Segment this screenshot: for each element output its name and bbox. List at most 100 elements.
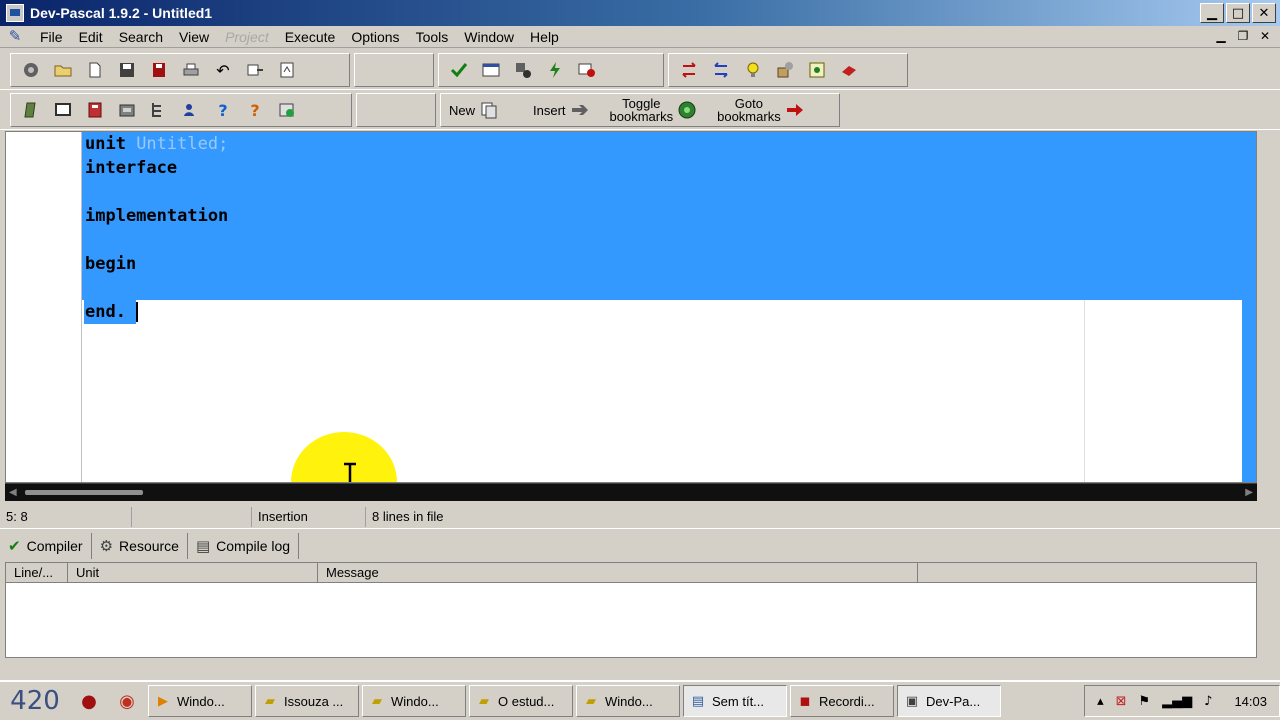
toggle-bookmark-icon bbox=[678, 101, 696, 119]
menu-window[interactable]: Window bbox=[456, 26, 522, 48]
task-windows-folder-2[interactable]: ▰ Windo... bbox=[576, 685, 680, 717]
task-label: Recordi... bbox=[819, 693, 875, 709]
folder-icon: ▰ bbox=[372, 693, 382, 709]
task-issouza[interactable]: ▰ Issouza ... bbox=[255, 685, 359, 717]
status-blank bbox=[132, 507, 252, 527]
add-to-project-icon[interactable] bbox=[675, 56, 703, 84]
record-icon[interactable]: ● bbox=[70, 686, 108, 716]
replace-icon[interactable] bbox=[273, 56, 301, 84]
menu-tools[interactable]: Tools bbox=[408, 26, 457, 48]
new-button[interactable]: New bbox=[441, 95, 507, 125]
scroll-right-arrow-icon[interactable]: ▶ bbox=[1245, 487, 1253, 498]
context-help-icon[interactable]: ? bbox=[241, 96, 269, 124]
task-windows-media[interactable]: ▶ Windo... bbox=[148, 685, 252, 717]
devpascal-icon: ▣ bbox=[905, 693, 919, 709]
menu-file[interactable]: File bbox=[32, 26, 71, 48]
users-icon[interactable] bbox=[177, 96, 205, 124]
edit-mode: Insertion bbox=[252, 507, 366, 527]
toggle-bookmarks-button[interactable]: Toggle bookmarks bbox=[602, 95, 706, 125]
run-window-icon[interactable] bbox=[477, 56, 505, 84]
task-o-estudo[interactable]: ▰ O estud... bbox=[469, 685, 573, 717]
tray-network-icon[interactable]: ⊠ bbox=[1116, 694, 1127, 709]
task-label: Windo... bbox=[605, 693, 653, 709]
scroll-left-arrow-icon[interactable]: ◀ bbox=[9, 487, 17, 498]
minimize-button[interactable]: ▁ bbox=[1200, 3, 1224, 23]
rebuild-icon[interactable] bbox=[541, 56, 569, 84]
compile-toolbar-group bbox=[438, 53, 664, 87]
code-lines[interactable]: unit Untitled; interface implementation … bbox=[85, 132, 228, 324]
code-editor[interactable]: unit Untitled; interface implementation … bbox=[5, 131, 1257, 483]
maximize-button[interactable]: □ bbox=[1226, 3, 1250, 23]
menu-help[interactable]: Help bbox=[522, 26, 567, 48]
document-menu-icon[interactable]: ✎ bbox=[6, 28, 24, 46]
package-icon[interactable] bbox=[113, 96, 141, 124]
column-line[interactable]: Line/... bbox=[6, 563, 68, 583]
web-icon[interactable] bbox=[273, 96, 301, 124]
column-unit[interactable]: Unit bbox=[68, 563, 318, 583]
book-icon[interactable] bbox=[81, 96, 109, 124]
insert-button[interactable]: Insert bbox=[525, 95, 598, 125]
project-options-icon[interactable] bbox=[771, 56, 799, 84]
fullscreen-icon[interactable] bbox=[49, 96, 77, 124]
print-icon[interactable] bbox=[177, 56, 205, 84]
title-bar[interactable]: Dev-Pascal 1.9.2 - Untitled1 ▁ □ ✕ bbox=[0, 0, 1280, 26]
compile-run-icon[interactable] bbox=[509, 56, 537, 84]
task-dev-pascal[interactable]: ▣ Dev-Pa... bbox=[897, 685, 1001, 717]
tree-view-icon[interactable] bbox=[145, 96, 173, 124]
tab-compiler-label: Compiler bbox=[26, 538, 83, 554]
save-all-icon[interactable] bbox=[145, 56, 173, 84]
scrollbar-thumb[interactable] bbox=[25, 490, 143, 495]
environment-options-icon[interactable] bbox=[803, 56, 831, 84]
window-controls: ▁ □ ✕ bbox=[1200, 3, 1276, 23]
task-label: Dev-Pa... bbox=[926, 693, 981, 709]
close-file-icon[interactable] bbox=[835, 56, 863, 84]
app-icon bbox=[6, 4, 24, 22]
menu-view[interactable]: View bbox=[171, 26, 217, 48]
save-icon[interactable] bbox=[113, 56, 141, 84]
clock[interactable]: 14:03 bbox=[1234, 694, 1267, 709]
column-message[interactable]: Message bbox=[318, 563, 918, 583]
task-label: Issouza ... bbox=[284, 693, 344, 709]
task-recorder[interactable]: ◼ Recordi... bbox=[790, 685, 894, 717]
editor-gutter[interactable] bbox=[6, 132, 82, 482]
undo-icon[interactable]: ↶ bbox=[209, 56, 237, 84]
remove-from-project-icon[interactable] bbox=[707, 56, 735, 84]
tab-compiler[interactable]: ✔ Compiler bbox=[0, 533, 92, 559]
menu-options[interactable]: Options bbox=[343, 26, 407, 48]
mdi-minimize-button[interactable]: ▁ bbox=[1212, 28, 1230, 44]
debug-icon[interactable] bbox=[573, 56, 601, 84]
compile-check-icon[interactable] bbox=[445, 56, 473, 84]
tab-resource-label: Resource bbox=[119, 538, 179, 554]
menu-edit[interactable]: Edit bbox=[71, 26, 111, 48]
open-folder-icon[interactable] bbox=[49, 56, 77, 84]
new-file-icon[interactable] bbox=[81, 56, 109, 84]
menu-execute[interactable]: Execute bbox=[277, 26, 344, 48]
code-line-4: implementation bbox=[85, 206, 229, 226]
horizontal-scrollbar[interactable]: ◀ ▶ bbox=[5, 483, 1257, 501]
browser-icon[interactable]: ◉ bbox=[108, 686, 146, 716]
tab-resource[interactable]: ⚙ Resource bbox=[92, 533, 188, 559]
redo-icon[interactable] bbox=[241, 56, 269, 84]
tab-compile-log-label: Compile log bbox=[216, 538, 291, 554]
class-browser-icon[interactable] bbox=[17, 96, 45, 124]
new-project-icon[interactable] bbox=[17, 56, 45, 84]
task-notepad[interactable]: ▤ Sem tít... bbox=[683, 685, 787, 717]
tray-flag-icon[interactable]: ⚑ bbox=[1139, 694, 1151, 709]
help-icon[interactable]: ? bbox=[209, 96, 237, 124]
tray-volume-icon[interactable]: ♪ bbox=[1204, 694, 1212, 709]
task-windows-folder-1[interactable]: ▰ Windo... bbox=[362, 685, 466, 717]
tray-arrow-icon[interactable]: ▴ bbox=[1097, 694, 1104, 709]
start-button[interactable]: 420 bbox=[0, 683, 70, 719]
mdi-close-button[interactable]: ✕ bbox=[1256, 28, 1274, 44]
menu-search[interactable]: Search bbox=[111, 26, 171, 48]
idea-bulb-icon[interactable] bbox=[739, 56, 767, 84]
compiler-messages-list[interactable]: Line/... Unit Message bbox=[5, 562, 1257, 658]
vertical-scrollbar[interactable] bbox=[1242, 132, 1256, 482]
tab-compile-log[interactable]: ▤ Compile log bbox=[188, 533, 300, 559]
goto-bookmarks-button[interactable]: Goto bookmarks bbox=[709, 95, 813, 125]
tray-signal-icon[interactable]: ▂▄▆ bbox=[1162, 694, 1192, 709]
cursor-position: 5: 8 bbox=[0, 507, 132, 527]
close-button[interactable]: ✕ bbox=[1252, 3, 1276, 23]
mdi-restore-button[interactable]: ❐ bbox=[1234, 28, 1252, 44]
